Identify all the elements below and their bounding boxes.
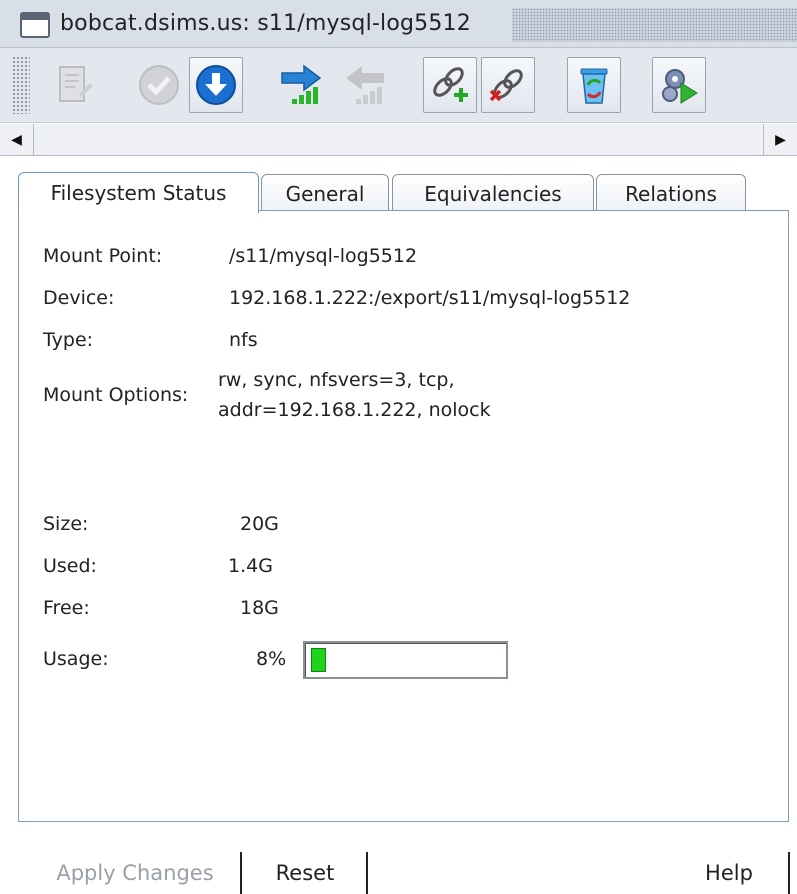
usage-percent-text: 8% xyxy=(256,648,287,670)
toolbar-grip[interactable] xyxy=(12,56,30,114)
free-value: 18G xyxy=(240,597,279,619)
footer-button-bar: Apply Changes Reset Help xyxy=(0,822,797,894)
recycle-bin-icon xyxy=(580,68,608,104)
download-button[interactable] xyxy=(189,57,243,113)
used-label: Used: xyxy=(43,555,97,577)
window-title: bobcat.dsims.us: s11/mysql-log5512 xyxy=(60,11,471,36)
size-value: 20G xyxy=(240,513,279,535)
recycle-button[interactable] xyxy=(567,57,621,113)
device-value: 192.168.1.222:/export/s11/mysql-log5512 xyxy=(229,287,631,309)
title-bar: bobcat.dsims.us: s11/mysql-log5512 xyxy=(0,0,797,48)
mount-point-label: Mount Point: xyxy=(43,245,163,267)
toolbar-scrollbar[interactable]: ◀ ▶ xyxy=(0,124,797,156)
mount-point-value: /s11/mysql-log5512 xyxy=(229,245,418,267)
device-label: Device: xyxy=(43,287,115,309)
scroll-right-arrow-icon[interactable]: ▶ xyxy=(763,124,797,156)
free-label: Free: xyxy=(43,597,90,619)
usage-progress-bar xyxy=(303,641,508,679)
receive-button[interactable] xyxy=(338,57,392,113)
apply-button[interactable] xyxy=(132,57,186,113)
download-arrow-icon xyxy=(196,65,236,105)
link-remove-icon xyxy=(489,69,523,102)
edit-button[interactable] xyxy=(48,57,102,113)
tab-bar: Filesystem Status General Equivalencies … xyxy=(18,172,788,213)
reset-button[interactable]: Reset xyxy=(244,852,368,894)
help-button[interactable]: Help xyxy=(670,852,790,894)
tab-general[interactable]: General xyxy=(261,174,389,212)
gear-run-icon xyxy=(662,69,698,104)
type-label: Type: xyxy=(43,329,94,351)
tab-relations[interactable]: Relations xyxy=(596,174,746,212)
send-button[interactable] xyxy=(274,57,328,113)
mount-options-label: Mount Options: xyxy=(43,384,189,406)
usage-label: Usage: xyxy=(43,648,109,670)
mount-options-line2: addr=192.168.1.222, nolock xyxy=(218,399,491,421)
title-bar-grip[interactable] xyxy=(512,8,797,42)
usage-progress-fill xyxy=(311,648,326,672)
arrow-left-signal-icon xyxy=(346,66,384,104)
link-add-icon xyxy=(433,67,468,102)
tab-equivalencies[interactable]: Equivalencies xyxy=(392,174,594,212)
link-remove-button[interactable] xyxy=(481,57,535,113)
mount-options-line1: rw, sync, nfsvers=3, tcp, xyxy=(218,369,455,391)
size-label: Size: xyxy=(43,513,89,535)
apply-changes-button[interactable]: Apply Changes xyxy=(30,852,242,894)
run-button[interactable] xyxy=(652,57,706,113)
tab-filesystem-status[interactable]: Filesystem Status xyxy=(18,172,259,213)
window-icon[interactable] xyxy=(20,12,50,38)
arrow-right-signal-icon xyxy=(281,64,322,104)
link-add-button[interactable] xyxy=(423,57,477,113)
scroll-left-arrow-icon[interactable]: ◀ xyxy=(0,124,34,156)
toolbar xyxy=(0,48,797,123)
used-value: 1.4G xyxy=(228,555,273,577)
check-circle-icon xyxy=(139,65,179,105)
type-value: nfs xyxy=(229,329,258,351)
edit-document-icon xyxy=(59,66,93,102)
